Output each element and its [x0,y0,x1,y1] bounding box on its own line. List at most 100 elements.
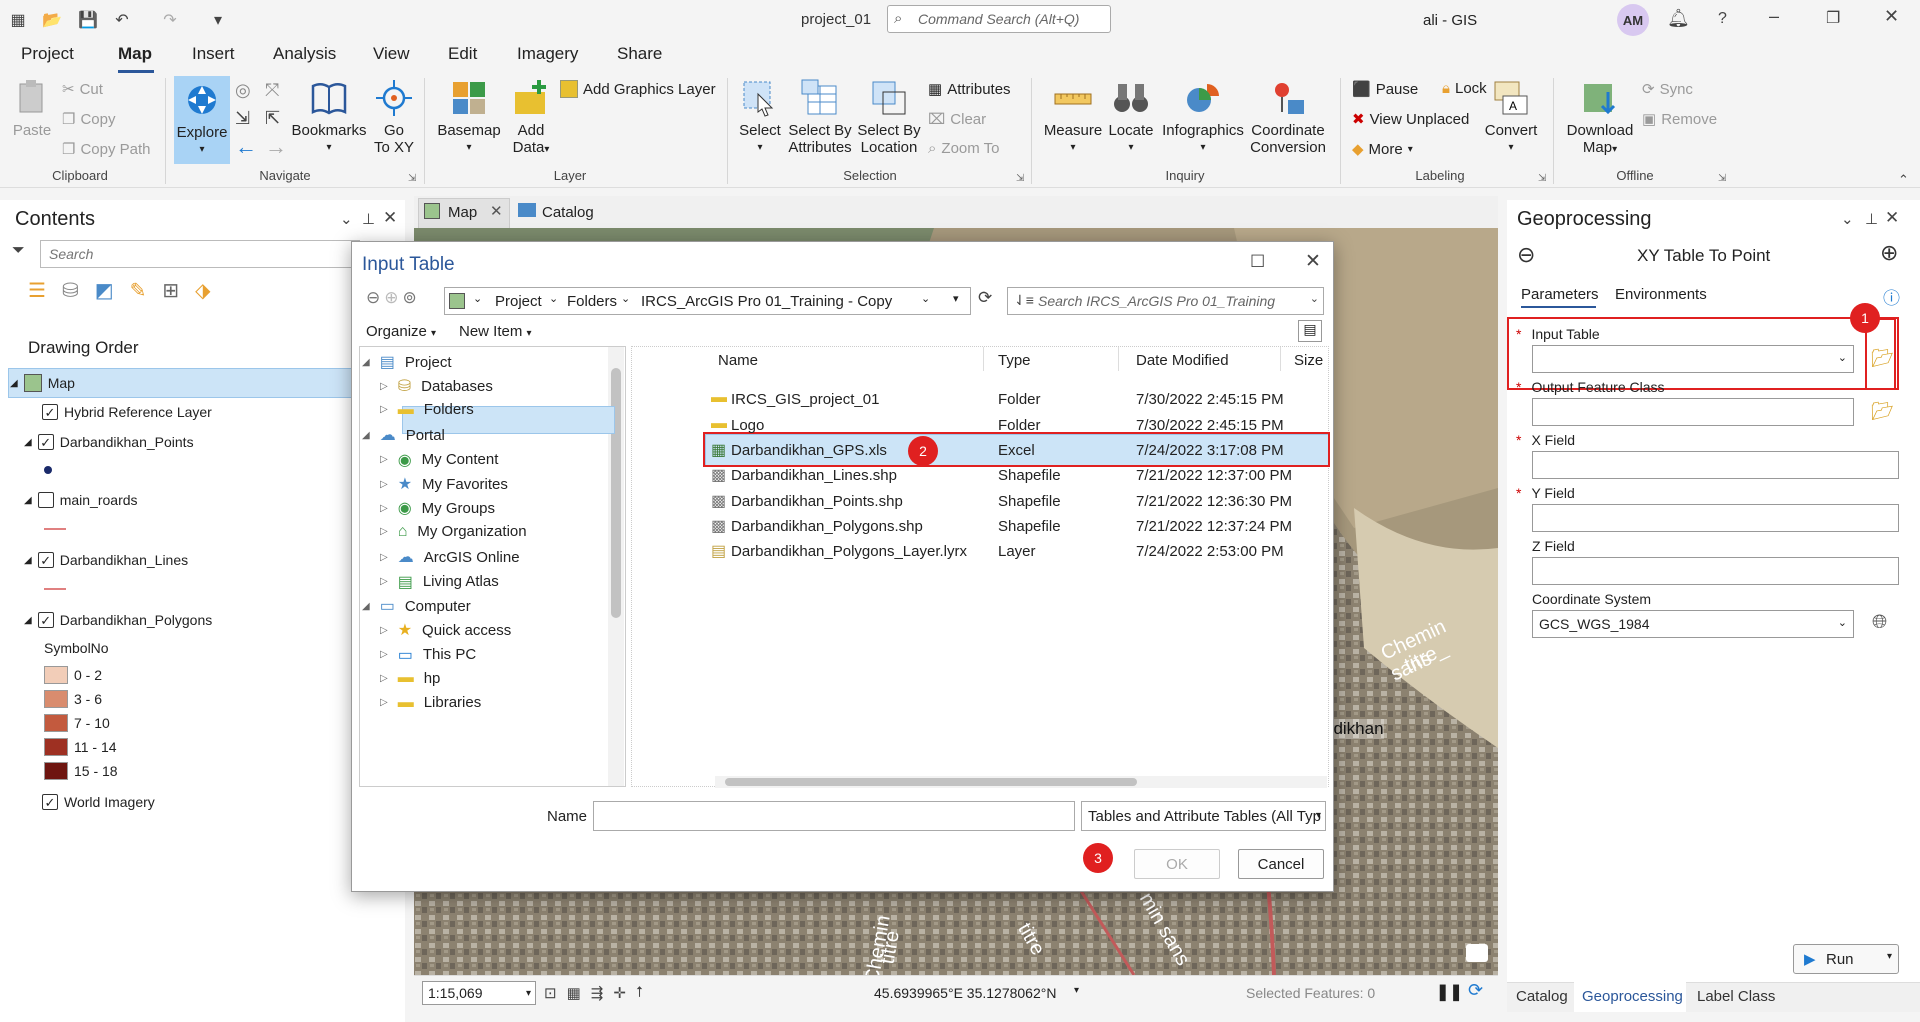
select-button[interactable]: Select ▾ [736,78,784,156]
north-arrow-icon[interactable]: ⭡ [636,984,643,1002]
copy-path-button[interactable]: ❐ Copy Path [62,140,151,159]
download-map-button[interactable]: Download Map▾ [1562,78,1638,158]
nav-item-my-organization[interactable]: ▷ ⌂ My Organization [380,523,527,541]
cancel-button[interactable]: Cancel [1238,849,1324,879]
map-frame-icon[interactable]: ⊡ [544,984,557,1002]
coordinate-conversion-button[interactable]: Coordinate Conversion [1248,78,1328,156]
expand-icon[interactable]: ▷ [380,503,388,514]
nav-item-this-pc[interactable]: ▷ ▭ This PC [380,645,476,665]
tab-analysis[interactable]: Analysis [273,44,336,64]
layer-checkbox[interactable] [37,492,54,508]
tab-catalog[interactable]: Catalog [542,204,594,221]
column-type[interactable]: Type [998,352,1031,369]
nav-item-computer[interactable]: ◢ ▭ Computer [362,596,471,616]
command-search-input[interactable]: Command Search (Alt+Q) [887,5,1111,33]
close-button[interactable]: ✕ [1884,6,1899,27]
back-icon[interactable]: ⊖ [1517,242,1535,268]
copy-button[interactable]: ❐ Copy [62,110,115,129]
nav-item-my-content[interactable]: ▷ ◉ My Content [380,450,498,470]
layer-row[interactable]: ◢ ✓ Darbandikhan_Polygons [24,612,212,628]
next-extent-icon[interactable]: → [265,134,287,160]
select-by-attributes-button[interactable]: Select By Attributes [786,78,854,156]
scale-dropdown[interactable]: 1:15,069 ▾ [422,981,536,1005]
pane-menu-icon[interactable]: ⌄ [1841,210,1854,228]
layer-row[interactable]: ◢ ✓ Darbandikhan_Lines [24,552,188,568]
browse-folder-icon[interactable]: 📂︎ [1871,401,1894,422]
expand-icon[interactable]: ▷ [380,625,388,636]
data-source-icon[interactable]: ⛁ [62,278,79,303]
sync-button[interactable]: ⟳ Sync [1642,80,1693,99]
expand-icon[interactable]: ▷ [380,552,388,563]
clear-button[interactable]: ⌧ Clear [928,110,986,129]
fixed-zoom-icon[interactable]: ⤧ [265,80,279,101]
infographics-button[interactable]: Infographics ▾ [1158,78,1248,156]
grid-icon[interactable]: ▦ [567,984,581,1002]
dialog-launcher-icon[interactable]: ⇲ [408,173,416,184]
y-field-input[interactable] [1532,504,1899,532]
expand-icon[interactable]: ▷ [380,697,388,708]
previous-extent-icon[interactable]: ← [235,134,257,160]
file-scrollbar-thumb[interactable] [725,778,1137,786]
view-toggle-icon[interactable]: ▤ [1298,320,1322,342]
new-project-icon[interactable]: ▦ [6,8,30,32]
more-button[interactable]: ◆ More ▾ [1352,140,1413,159]
measure-button[interactable]: Measure ▾ [1040,78,1106,156]
user-name[interactable]: ali - GIS [1423,12,1477,29]
nav-item-libraries[interactable]: ▷ ▬ Libraries [380,694,481,712]
add-graphics-layer-button[interactable]: Add Graphics Layer [560,80,716,98]
zoom-out-icon[interactable]: ⇱ [265,108,280,129]
x-field-input[interactable] [1532,451,1899,479]
save-icon[interactable]: 💾 [76,8,100,32]
pause-labels-button[interactable]: ⬛ Pause [1352,80,1418,99]
organize-menu[interactable]: Organize ▾ [366,323,436,340]
dialog-search-input[interactable]: ⇃≡ Search IRCS_ArcGIS Pro 01_Training ⌄ [1007,287,1324,315]
up-icon[interactable]: ⊚ [403,288,417,308]
collapse-icon[interactable]: ◢ [362,357,370,368]
browse-folder-icon[interactable]: 📂︎ [1871,348,1894,369]
crosshair-icon[interactable]: ✛ [613,984,626,1002]
labeling-icon[interactable]: ⬗ [195,278,210,303]
avatar[interactable]: AM [1617,4,1649,36]
layer-row[interactable]: ✓ World Imagery [42,794,155,810]
expand-icon[interactable]: ▷ [380,454,388,465]
dialog-launcher-icon[interactable]: ⇲ [1538,173,1546,184]
breadcrumb-folder[interactable]: IRCS_ArcGIS Pro 01_Training - Copy [641,293,892,310]
refresh-icon[interactable]: ⟳ [1468,980,1483,1001]
expand-icon[interactable]: ▷ [380,649,388,660]
layer-row[interactable]: ◢ ✓ Darbandikhan_Points [24,434,194,450]
tab-imagery[interactable]: Imagery [517,44,578,64]
nav-item-portal[interactable]: ◢ ☁ Portal [362,425,445,445]
file-row[interactable]: ▤ Darbandikhan_Polygons_Layer.lyrx Layer 7/… [705,536,1330,566]
globe-icon[interactable]: 🌐︎ [1872,612,1887,634]
tab-label-class[interactable]: Label Class [1697,988,1775,1005]
coordinate-system-dropdown[interactable]: GCS_WGS_1984 ⌄ [1532,610,1854,638]
back-icon[interactable]: ⊖ [366,288,380,308]
contents-search-input[interactable] [40,240,360,268]
sliders-icon[interactable]: ⇶ [591,984,604,1002]
output-feature-class-field[interactable] [1532,398,1854,426]
remove-button[interactable]: ▣ Remove [1642,110,1717,129]
dialog-launcher-icon[interactable]: ⇲ [1718,173,1726,184]
new-item-menu[interactable]: New Item ▾ [459,323,532,340]
pane-menu-icon[interactable]: ⌄ [340,210,353,228]
nav-item-hp[interactable]: ▷ ▬ hp [380,669,440,687]
close-icon[interactable]: ✕ [1885,208,1899,228]
name-input[interactable] [593,801,1075,831]
full-extent-icon[interactable]: ◎ [235,80,251,101]
filter-icon[interactable]: ⏷ [12,242,25,260]
breadcrumb-project[interactable]: Project [495,293,542,310]
pin-icon[interactable]: ⊥ [362,210,375,228]
z-field-input[interactable] [1532,557,1899,585]
breadcrumb-folders[interactable]: Folders [567,293,617,310]
tab-share[interactable]: Share [617,44,662,64]
snapping-icon[interactable]: ⊞ [162,278,179,303]
pause-drawing-icon[interactable]: ❚❚ [1436,982,1463,1002]
forward-icon[interactable]: ⊕ [384,288,398,308]
layer-checkbox[interactable]: ✓ [42,404,58,420]
redo-icon[interactable]: ↷ [158,8,182,32]
file-type-filter[interactable]: Tables and Attribute Tables (All Typ ▾ [1081,801,1326,831]
layer-checkbox[interactable]: ✓ [37,552,54,568]
explore-button[interactable]: Explore ▾ [174,76,230,164]
dropdown-arrow-icon[interactable]: ▾ [953,292,959,305]
paste-button[interactable]: Paste [10,78,54,139]
